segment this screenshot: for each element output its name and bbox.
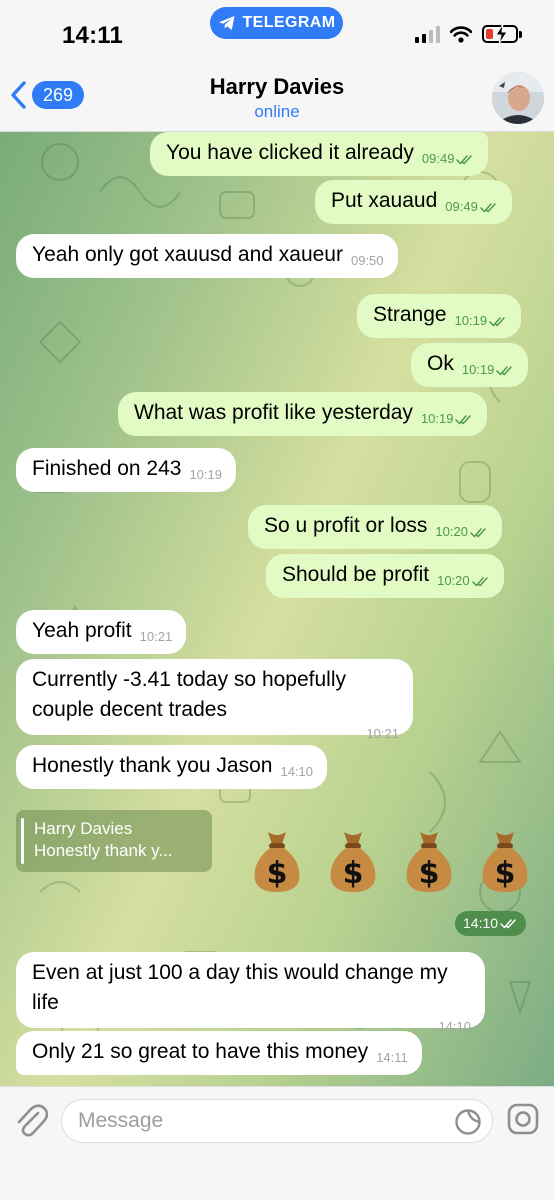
reply-quote[interactable]: Harry Davies Honestly thank y... — [16, 810, 212, 872]
message-time: 14:10 — [463, 915, 499, 931]
paperclip-icon[interactable] — [14, 1103, 48, 1141]
message-bubble-incoming[interactable]: Even at just 100 a day this would change… — [16, 952, 485, 1034]
telegram-icon — [218, 16, 234, 30]
message-time: 10:19 — [189, 467, 222, 482]
message-time: 10:20 — [437, 573, 470, 588]
message-bubble-outgoing[interactable]: So u profit or loss 10:20 — [248, 505, 502, 549]
money-bag-icon: $ — [330, 832, 376, 892]
money-bag-icon: $ — [482, 832, 528, 892]
telegram-pill[interactable]: TELEGRAM — [210, 7, 343, 39]
double-check-icon — [470, 528, 486, 538]
reply-quote-text: Honestly thank y... — [34, 841, 173, 860]
money-bag-icon: $ — [406, 832, 452, 892]
double-check-icon — [489, 317, 505, 327]
double-check-icon — [471, 577, 488, 587]
camera-icon[interactable] — [506, 1102, 540, 1136]
message-text: Put xauaud — [331, 189, 438, 212]
message-bubble-incoming[interactable]: Yeah only got xauusd and xaueur 09:50 — [16, 234, 398, 278]
svg-text:$: $ — [419, 856, 440, 891]
message-time: 10:19 — [420, 411, 454, 426]
message-time: 14:11 — [376, 1050, 408, 1065]
double-check-icon — [480, 203, 496, 213]
sticker-icon[interactable] — [454, 1108, 482, 1136]
double-check-icon — [455, 415, 472, 425]
message-bubble-incoming[interactable]: Currently -3.41 today so hopefully coupl… — [16, 659, 413, 741]
message-input[interactable] — [78, 1100, 458, 1142]
message-time: 09:49 — [445, 199, 478, 214]
message-bubble-outgoing[interactable]: Should be profit 10:20 — [266, 554, 504, 598]
message-text: Honestly thank you Jason — [32, 754, 273, 777]
message-bubble-incoming[interactable]: Honestly thank you Jason 14:10 — [16, 745, 328, 789]
chat-area[interactable]: You have clicked it already 09:49 Put xau… — [0, 132, 554, 1086]
battery-icon — [482, 24, 522, 44]
double-check-icon — [456, 155, 473, 165]
message-bubble-outgoing[interactable]: Put xauaud 09:49 — [315, 180, 512, 224]
message-time: 09:50 — [350, 253, 384, 268]
emoji-message-time: 14:10 — [455, 911, 527, 936]
message-input-bar — [0, 1086, 554, 1200]
message-time: 09:49 — [421, 151, 455, 166]
message-text: Strange — [373, 303, 447, 326]
message-time: 10:20 — [435, 524, 468, 539]
reply-quote-name: Harry Davies — [34, 819, 133, 838]
message-text: Should be profit — [282, 563, 430, 586]
status-time: 14:11 — [62, 22, 124, 49]
message-text: Finished on 243 — [32, 457, 182, 480]
message-text: So u profit or loss — [264, 514, 428, 537]
message-bubble-outgoing[interactable]: Strange 10:19 — [357, 294, 522, 338]
message-text: Yeah only got xauusd and xaueur — [32, 243, 343, 266]
message-time: 10:19 — [461, 362, 495, 377]
double-check-icon — [496, 366, 513, 376]
message-text: What was profit like yesterday — [134, 401, 413, 424]
message-bubble-incoming[interactable]: Yeah profit 10:21 — [16, 610, 187, 654]
message-bubble-outgoing[interactable]: You have clicked it already 09:49 — [150, 132, 489, 176]
message-text: Yeah profit — [32, 619, 132, 642]
emoji-message[interactable]: $ $ $ $ — [250, 828, 532, 894]
message-text: Only 21 so great to have this money — [32, 1040, 369, 1063]
signal-icon — [415, 25, 440, 43]
double-check-icon — [500, 919, 516, 929]
message-time: 10:21 — [139, 629, 173, 644]
contact-name[interactable]: Harry Davies — [0, 74, 554, 100]
message-bubble-incoming[interactable]: Only 21 so great to have this money 14:11 — [16, 1031, 422, 1075]
message-time: 14:10 — [280, 764, 314, 779]
telegram-pill-label: TELEGRAM — [242, 14, 336, 31]
message-text: You have clicked it already — [166, 141, 414, 164]
message-text: Currently -3.41 today so hopefully coupl… — [32, 668, 347, 721]
message-bubble-outgoing[interactable]: Ok 10:19 — [411, 343, 529, 387]
status-bar: 14:11 TELEGRAM — [0, 0, 554, 62]
message-time: 10:19 — [454, 313, 488, 328]
wifi-icon — [450, 25, 472, 43]
svg-text:$: $ — [343, 856, 364, 891]
message-bubble-incoming[interactable]: Finished on 243 10:19 — [16, 448, 236, 492]
contact-status: online — [254, 102, 300, 121]
message-text: Even at just 100 a day this would change… — [32, 961, 448, 1014]
message-field[interactable] — [61, 1099, 493, 1143]
message-bubble-outgoing[interactable]: What was profit like yesterday 10:19 — [118, 392, 488, 436]
avatar[interactable] — [492, 72, 544, 124]
money-bag-icon: $ — [254, 832, 300, 892]
chat-header: 269 Harry Davies online — [0, 62, 554, 132]
svg-text:$: $ — [495, 856, 516, 891]
message-text: Ok — [427, 352, 454, 375]
svg-text:$: $ — [267, 856, 288, 891]
